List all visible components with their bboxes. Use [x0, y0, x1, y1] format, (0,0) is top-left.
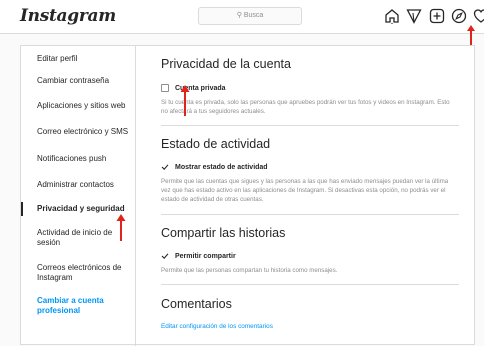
- sidebar-item-instagram-emails[interactable]: Correos electrónicos de Instagram: [21, 263, 135, 283]
- settings-sidebar: Editar perfil Cambiar contraseña Aplicac…: [21, 46, 136, 346]
- sidebar-item-manage-contacts[interactable]: Administrar contactos: [21, 180, 135, 190]
- annotation-arrow-private-account: [180, 85, 190, 116]
- allow-sharing-label: Permitir compartir: [175, 252, 236, 260]
- activity-icon[interactable]: [473, 8, 484, 24]
- edit-comments-settings-link[interactable]: Editar configuración de los comentarios: [161, 323, 273, 330]
- explore-icon[interactable]: [451, 8, 467, 24]
- search-icon: ⚲: [236, 12, 242, 19]
- divider: [161, 125, 459, 126]
- settings-card: Editar perfil Cambiar contraseña Aplicac…: [20, 45, 475, 346]
- instagram-logo[interactable]: Instagram: [20, 6, 116, 26]
- search-placeholder: Busca: [243, 12, 264, 19]
- allow-sharing-row[interactable]: Permitir compartir: [161, 250, 236, 262]
- divider: [161, 214, 459, 215]
- sidebar-item-apps-websites[interactable]: Aplicaciones y sitios web: [21, 101, 135, 111]
- activity-status-label: Mostrar estado de actividad: [175, 163, 268, 171]
- activity-status-row[interactable]: Mostrar estado de actividad: [161, 161, 268, 173]
- section-title-comments: Comentarios: [161, 297, 232, 311]
- private-account-row[interactable]: Cuenta privada: [161, 82, 226, 94]
- annotation-arrow-privacy-security: [116, 214, 126, 241]
- direct-icon[interactable]: [406, 8, 422, 24]
- activity-description: Permite que las cuentas que sigues y las…: [161, 178, 449, 203]
- home-icon[interactable]: [384, 8, 400, 24]
- checkmark-icon[interactable]: [161, 163, 169, 171]
- divider: [161, 284, 459, 285]
- search-input[interactable]: ⚲ Busca: [198, 7, 302, 25]
- sidebar-item-switch-professional[interactable]: Cambiar a cuenta profesional: [21, 296, 135, 316]
- sidebar-item-change-password[interactable]: Cambiar contraseña: [21, 76, 135, 86]
- section-title-stories: Compartir las historias: [161, 226, 286, 240]
- section-title-activity: Estado de actividad: [161, 137, 271, 151]
- sidebar-item-push-notifications[interactable]: Notificaciones push: [21, 154, 135, 164]
- sidebar-item-email-sms[interactable]: Correo electrónico y SMS: [21, 127, 135, 137]
- private-account-checkbox[interactable]: [161, 84, 169, 92]
- new-post-icon[interactable]: [429, 8, 445, 24]
- top-navigation-bar: Instagram ⚲ Busca: [0, 0, 484, 34]
- privacy-description: Si tu cuenta es privada, solo las person…: [161, 99, 450, 115]
- section-title-privacy: Privacidad de la cuenta: [161, 57, 291, 71]
- checkmark-icon[interactable]: [161, 252, 169, 260]
- sidebar-item-edit-profile[interactable]: Editar perfil: [21, 54, 135, 64]
- stories-description: Permite que las personas compartan tu hi…: [161, 267, 338, 274]
